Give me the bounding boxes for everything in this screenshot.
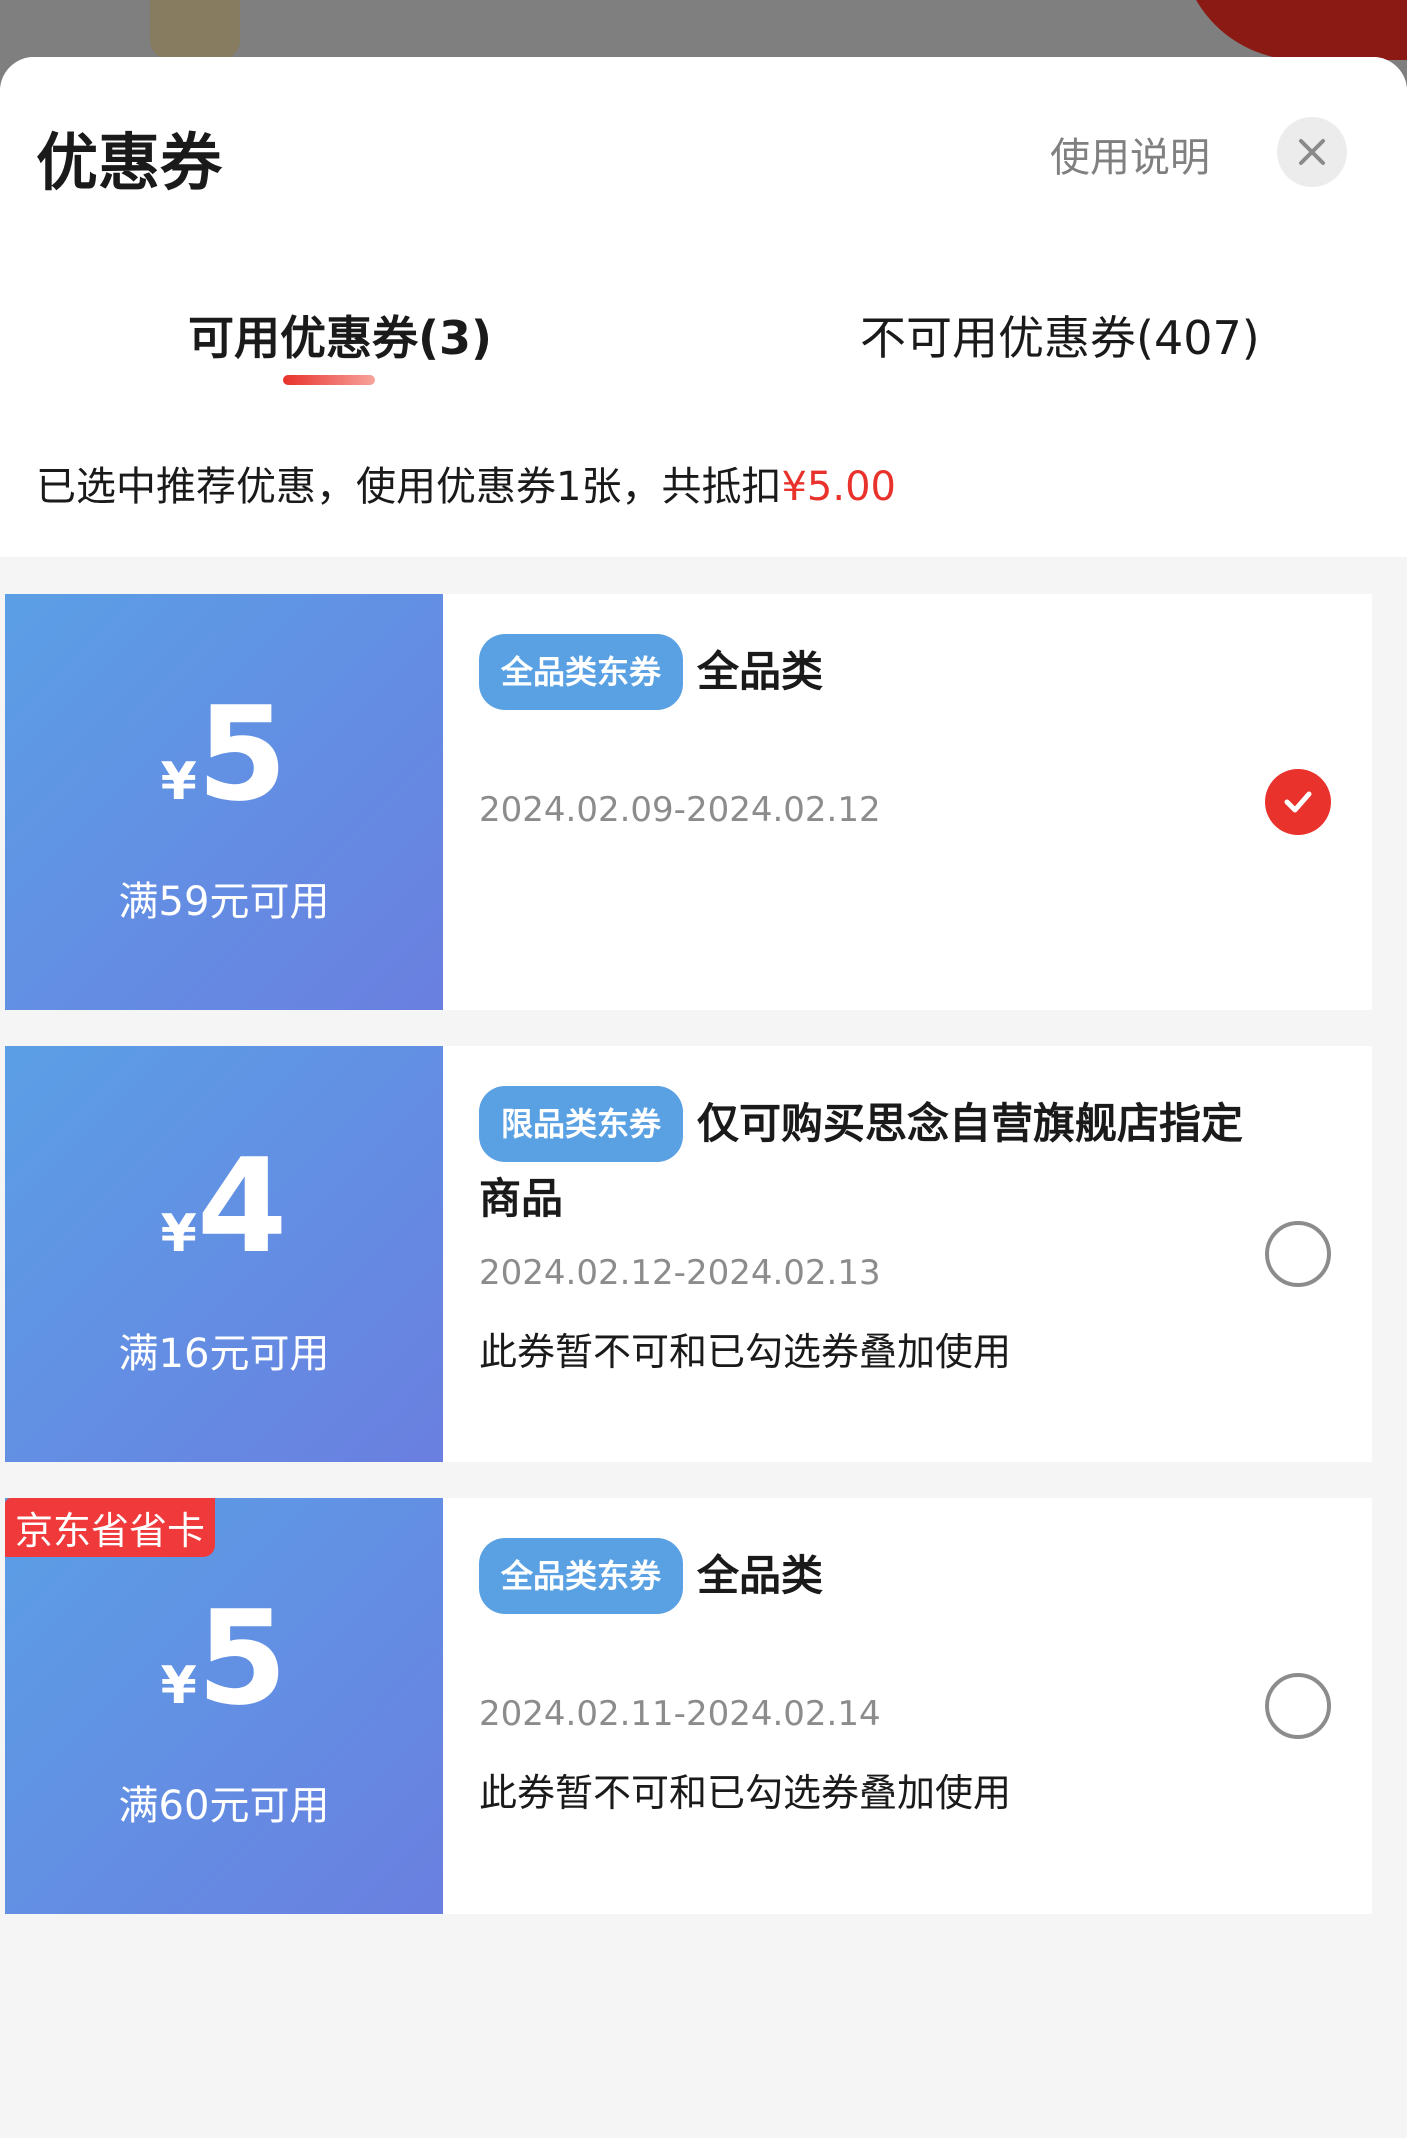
background-decoration xyxy=(150,0,240,60)
coupon-details: 全品类东券 全品类 2024.02.11-2024.02.14 此券暂不可和已勾选… xyxy=(479,1538,1279,1817)
coupon-select-checkbox[interactable] xyxy=(1265,1673,1331,1739)
coupon-type-tag: 限品类东券 xyxy=(479,1086,684,1162)
coupon-validity-date: 2024.02.12-2024.02.13 xyxy=(479,1252,881,1293)
coupon-stack-note: 此券暂不可和已勾选券叠加使用 xyxy=(479,1771,1012,1815)
coupon-amount: 4 xyxy=(196,1130,288,1282)
coupon-price: ¥4 xyxy=(5,1141,443,1271)
coupon-card[interactable]: ¥4 满16元可用 限品类东券 仅可购买思念自营旗舰店指定商品 2024.02.1… xyxy=(0,1046,1372,1462)
summary-amount: ¥5.00 xyxy=(781,464,896,510)
tab-unavailable-coupons[interactable]: 不可用优惠券(407) xyxy=(860,302,1260,368)
summary-text: 已选中推荐优惠，使用优惠券1张，共抵扣 xyxy=(36,464,782,510)
coupon-type-tag: 全品类东券 xyxy=(479,1538,684,1614)
coupon-price: ¥5 xyxy=(5,689,443,819)
coupon-amount: 5 xyxy=(196,1582,288,1734)
background-decoration xyxy=(1180,0,1407,60)
coupon-validity-date: 2024.02.11-2024.02.14 xyxy=(479,1694,881,1734)
coupon-value-panel: ¥5 满59元可用 xyxy=(0,594,443,1010)
coupon-card[interactable]: ¥5 满59元可用 全品类东券 全品类 2024.02.09-2024.02.12 xyxy=(0,594,1372,1010)
active-tab-indicator xyxy=(283,375,375,385)
coupon-stack-note: 此券暂不可和已勾选券叠加使用 xyxy=(479,1329,1012,1374)
currency-symbol: ¥ xyxy=(160,1204,197,1264)
tab-available-coupons[interactable]: 可用优惠券(3) xyxy=(188,302,492,368)
coupon-value-panel: ¥4 满16元可用 xyxy=(0,1046,443,1462)
coupon-condition: 满60元可用 xyxy=(118,1783,330,1829)
coupon-scope: 全品类 xyxy=(697,1551,824,1600)
coupon-price: ¥5 xyxy=(5,1593,443,1723)
close-button[interactable] xyxy=(1277,117,1347,187)
coupon-scope: 全品类 xyxy=(697,647,824,696)
coupon-condition: 满59元可用 xyxy=(118,879,330,925)
usage-instructions-link[interactable]: 使用说明 xyxy=(1050,125,1210,183)
coupon-type-tag: 全品类东券 xyxy=(479,634,684,710)
coupon-selected-checkbox[interactable] xyxy=(1265,769,1331,835)
selection-summary: 已选中推荐优惠，使用优惠券1张，共抵扣¥5.00 xyxy=(0,417,1407,557)
coupon-description: 全品类东券 全品类 xyxy=(479,634,1279,710)
currency-symbol: ¥ xyxy=(160,752,197,812)
coupon-details: 限品类东券 仅可购买思念自营旗舰店指定商品 2024.02.12-2024.02.… xyxy=(479,1086,1279,1376)
coupon-description: 全品类东券 全品类 xyxy=(479,1538,1279,1614)
currency-symbol: ¥ xyxy=(160,1656,197,1716)
coupon-condition: 满16元可用 xyxy=(118,1331,330,1377)
page-title: 优惠券 xyxy=(36,126,223,199)
sheet-header: 优惠券 使用说明 可用优惠券(3) 不可用优惠券(407) xyxy=(0,57,1407,419)
coupon-value-panel: ¥5 满60元可用 xyxy=(0,1498,443,1914)
coupon-card[interactable]: ¥5 满60元可用 京东省省卡 全品类东券 全品类 2024.02.11-2024… xyxy=(0,1498,1372,1914)
jd-saving-card-badge: 京东省省卡 xyxy=(5,1498,216,1557)
coupon-amount: 5 xyxy=(196,678,288,830)
coupon-description: 限品类东券 仅可购买思念自营旗舰店指定商品 xyxy=(479,1086,1279,1233)
coupon-details: 全品类东券 全品类 2024.02.09-2024.02.12 xyxy=(479,634,1279,830)
checkmark-icon xyxy=(1284,791,1312,813)
close-icon xyxy=(1299,139,1325,165)
coupon-select-checkbox[interactable] xyxy=(1265,1221,1331,1287)
coupon-validity-date: 2024.02.09-2024.02.12 xyxy=(479,790,881,830)
coupon-sheet: 优惠券 使用说明 可用优惠券(3) 不可用优惠券(407) 已选中推荐优惠，使用… xyxy=(0,57,1407,2138)
